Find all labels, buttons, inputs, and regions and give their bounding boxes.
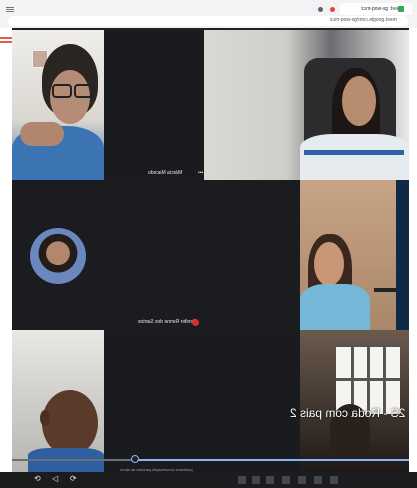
browser-chrome: Meet: gs-woq-mcz meet.google.com/gs-woq-…	[0, 0, 417, 28]
taskbar-app-icon[interactable]	[238, 476, 246, 484]
avatar	[30, 228, 86, 284]
participant-hand	[20, 122, 64, 146]
caption-text: professor conversação parceria de aluno	[120, 467, 193, 472]
presentation-title: 2S - Roda com pais 2	[290, 406, 406, 420]
microphone-icon	[374, 288, 396, 292]
extension-icon[interactable]	[318, 7, 323, 12]
participant-tile-edge	[396, 180, 409, 330]
glasses-icon	[74, 84, 94, 98]
taskbar	[0, 472, 417, 488]
participant-tile-1[interactable]	[12, 30, 104, 180]
participant-tile-6[interactable]	[104, 330, 300, 472]
taskbar-app-icon[interactable]	[330, 476, 338, 484]
url-text: meet.google.com/gs-woq-mcz	[330, 17, 397, 23]
participant-tile-avatar[interactable]: Jenifer Renne dos Santos	[12, 180, 300, 330]
taskbar-app-icon[interactable]	[314, 476, 322, 484]
taskbar-app-icon[interactable]	[282, 476, 290, 484]
skip-back-icon[interactable]: ⟲	[34, 474, 41, 483]
participant-shirt	[300, 134, 409, 180]
glasses-icon	[52, 84, 72, 98]
participant-face	[342, 76, 376, 126]
participant-tile-3[interactable]	[204, 30, 409, 180]
participant-shirt	[300, 284, 370, 330]
participant-face	[314, 242, 344, 286]
window-bar	[383, 344, 386, 414]
recording-icon[interactable]	[330, 7, 335, 12]
taskbar-app-icon[interactable]	[252, 476, 260, 484]
participant-name-label: Márcia Macedo	[148, 170, 183, 176]
shirt-stripe	[304, 150, 404, 155]
meet-favicon-icon	[398, 6, 404, 12]
taskbar-app-icon[interactable]	[266, 476, 274, 484]
taskbar-app-icon[interactable]	[298, 476, 306, 484]
window-bar	[367, 344, 370, 414]
progress-fill	[136, 459, 409, 461]
skip-forward-icon[interactable]: ⟳	[70, 474, 77, 483]
progress-handle[interactable]	[131, 455, 139, 463]
menu-icon[interactable]	[6, 7, 14, 8]
participant-tile-5[interactable]	[12, 330, 104, 472]
participant-tile-2[interactable]: Márcia Macedo •••	[104, 30, 204, 180]
participant-face	[42, 390, 98, 456]
muted-badge-icon	[192, 319, 199, 326]
participant-tile-4[interactable]	[300, 180, 396, 330]
play-icon[interactable]: ◁	[52, 474, 58, 483]
participant-name-label: Jenifer Renne dos Santos	[138, 319, 196, 325]
more-options-icon[interactable]: •••	[198, 170, 203, 176]
participant-ear	[40, 410, 50, 426]
presentation-tile[interactable]	[300, 330, 409, 472]
